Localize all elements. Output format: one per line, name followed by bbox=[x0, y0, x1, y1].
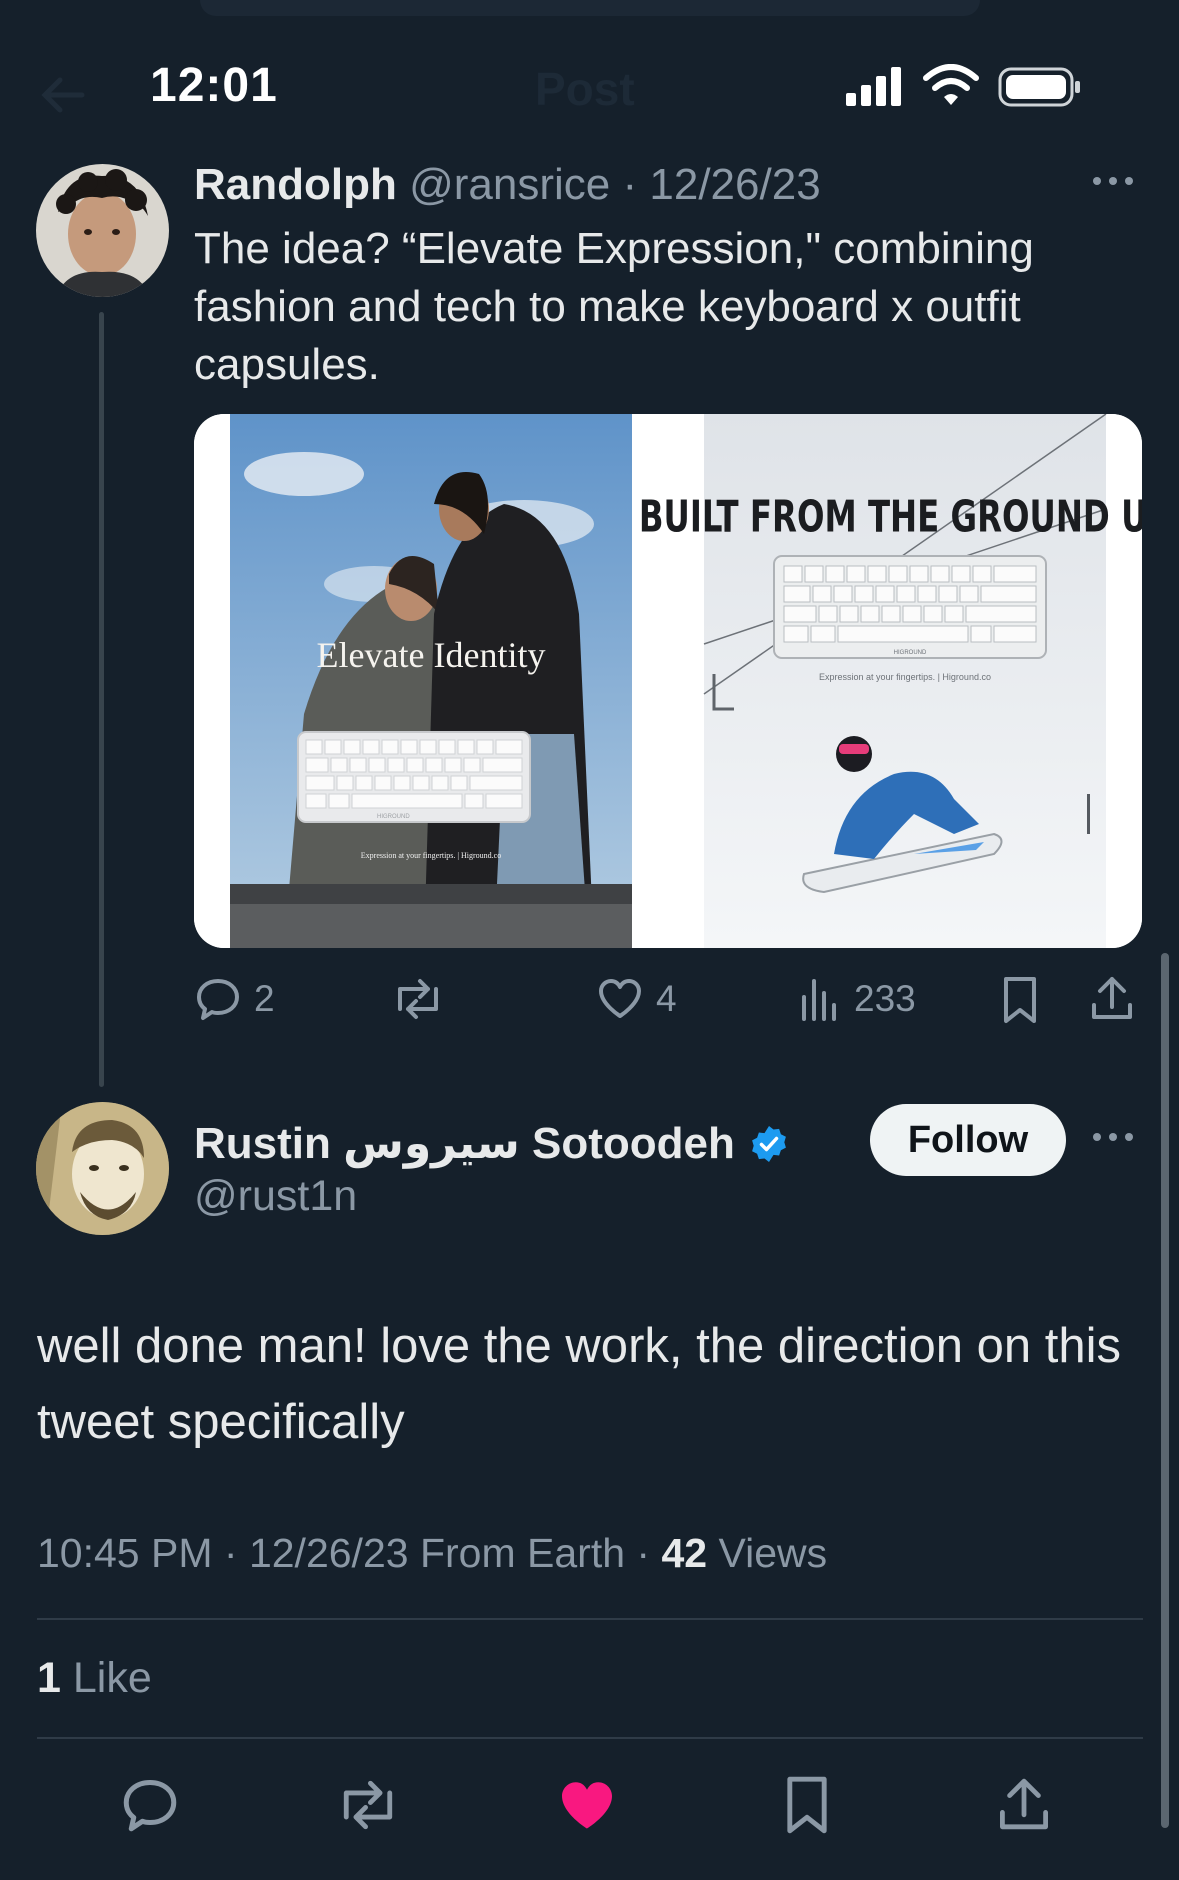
more-options-icon[interactable] bbox=[1090, 166, 1136, 201]
bookmark-action[interactable] bbox=[998, 975, 1042, 1025]
bottom-retweet-button[interactable] bbox=[336, 1776, 400, 1839]
parent-tweet-actions: 2 4 233 bbox=[194, 965, 1154, 1035]
like-count: 4 bbox=[656, 978, 677, 1019]
top-edge bbox=[200, 0, 980, 16]
reply-icon bbox=[197, 979, 239, 1020]
bookmark-icon bbox=[1004, 977, 1036, 1023]
reply-more-options-icon[interactable] bbox=[1090, 1122, 1136, 1157]
follow-button[interactable]: Follow bbox=[870, 1104, 1066, 1176]
bottom-share-button[interactable] bbox=[995, 1774, 1053, 1839]
reply-icon bbox=[123, 1780, 177, 1832]
reply-location: From Earth bbox=[419, 1530, 626, 1576]
right-image-caption: Expression at your fingertips. | Higroun… bbox=[819, 672, 991, 682]
reply-time[interactable]: 10:45 PM bbox=[37, 1530, 213, 1576]
retweet-icon bbox=[398, 979, 438, 1019]
share-icon bbox=[1000, 1778, 1049, 1830]
author-handle[interactable]: @ransrice bbox=[409, 160, 610, 209]
reply-views-label: Views bbox=[718, 1530, 828, 1576]
separator: · bbox=[622, 160, 638, 209]
like-action[interactable]: 4 bbox=[596, 975, 677, 1023]
avatar-randolph[interactable] bbox=[36, 164, 169, 297]
likes-label: Like bbox=[72, 1654, 152, 1702]
share-action[interactable] bbox=[1088, 973, 1136, 1023]
left-image-fashion: HIGROUND Elevate Identity Expression at … bbox=[230, 414, 632, 948]
bookmark-icon bbox=[787, 1776, 827, 1834]
reply-author-handle[interactable]: @rust1n bbox=[194, 1172, 357, 1221]
analytics-icon bbox=[802, 979, 836, 1021]
status-time: 12:01 bbox=[150, 59, 278, 112]
heart-icon bbox=[599, 979, 641, 1018]
reply-action[interactable]: 2 bbox=[194, 975, 275, 1023]
view-count: 233 bbox=[854, 978, 916, 1019]
thread-connector bbox=[99, 312, 104, 1087]
avatar-rustin[interactable] bbox=[36, 1102, 169, 1235]
bottom-bookmark-button[interactable] bbox=[780, 1774, 834, 1841]
scrollbar[interactable] bbox=[1161, 953, 1169, 1828]
back-arrow-icon[interactable] bbox=[38, 70, 88, 120]
right-keyboard-brand: HIGROUND bbox=[894, 650, 927, 656]
battery-icon bbox=[998, 66, 1082, 113]
reply-views-count: 42 bbox=[661, 1530, 708, 1576]
reply-text: well done man! love the work, the direct… bbox=[37, 1319, 1122, 1449]
reply-meta: 10:45 PM · 12/26/23 From Earth · 42 View… bbox=[37, 1530, 828, 1576]
tweet-date[interactable]: 12/26/23 bbox=[649, 160, 820, 209]
divider bbox=[37, 1737, 1143, 1739]
left-keyboard-brand: HIGROUND bbox=[377, 814, 410, 820]
reply-date[interactable]: 12/26/23 bbox=[249, 1530, 409, 1576]
bottom-like-button[interactable] bbox=[557, 1776, 617, 1841]
parent-tweet-header: Randolph @ransrice · 12/26/23 bbox=[194, 160, 821, 210]
wifi-icon bbox=[923, 64, 979, 113]
left-image-overlay-text: Elevate Identity bbox=[317, 635, 546, 675]
cellular-signal-icon bbox=[845, 65, 905, 112]
retweet-action[interactable] bbox=[392, 975, 444, 1023]
header-title: Post bbox=[535, 63, 635, 115]
retweet-icon bbox=[343, 1780, 393, 1830]
left-image-caption: Expression at your fingertips. | Higroun… bbox=[361, 851, 501, 860]
heart-filled-icon bbox=[562, 1782, 612, 1829]
author-name[interactable]: Randolph bbox=[194, 160, 397, 209]
reply-author-name[interactable]: Rustin سیروس Sotoodeh bbox=[194, 1118, 735, 1169]
right-image-snow: BUILT FROM THE GROUND UP HIGROUND Expres… bbox=[639, 414, 1142, 948]
reply-count: 2 bbox=[254, 978, 275, 1019]
divider bbox=[37, 1618, 1143, 1620]
likes-count: 1 bbox=[37, 1654, 61, 1702]
right-image-headline: BUILT FROM THE GROUND UP bbox=[639, 492, 1142, 542]
reply-action-bar bbox=[0, 1740, 1179, 1870]
reply-author-row: Rustin سیروس Sotoodeh bbox=[194, 1118, 789, 1169]
verified-badge-icon bbox=[751, 1125, 786, 1162]
views-action[interactable]: 233 bbox=[798, 975, 916, 1023]
share-icon bbox=[1092, 977, 1132, 1019]
tweet-text: The idea? “Elevate Expression," combinin… bbox=[194, 224, 1034, 389]
tweet-media[interactable]: HIGROUND Elevate Identity Expression at … bbox=[194, 414, 1142, 948]
bottom-reply-button[interactable] bbox=[120, 1775, 180, 1840]
likes-summary[interactable]: 1 Like bbox=[37, 1654, 152, 1703]
